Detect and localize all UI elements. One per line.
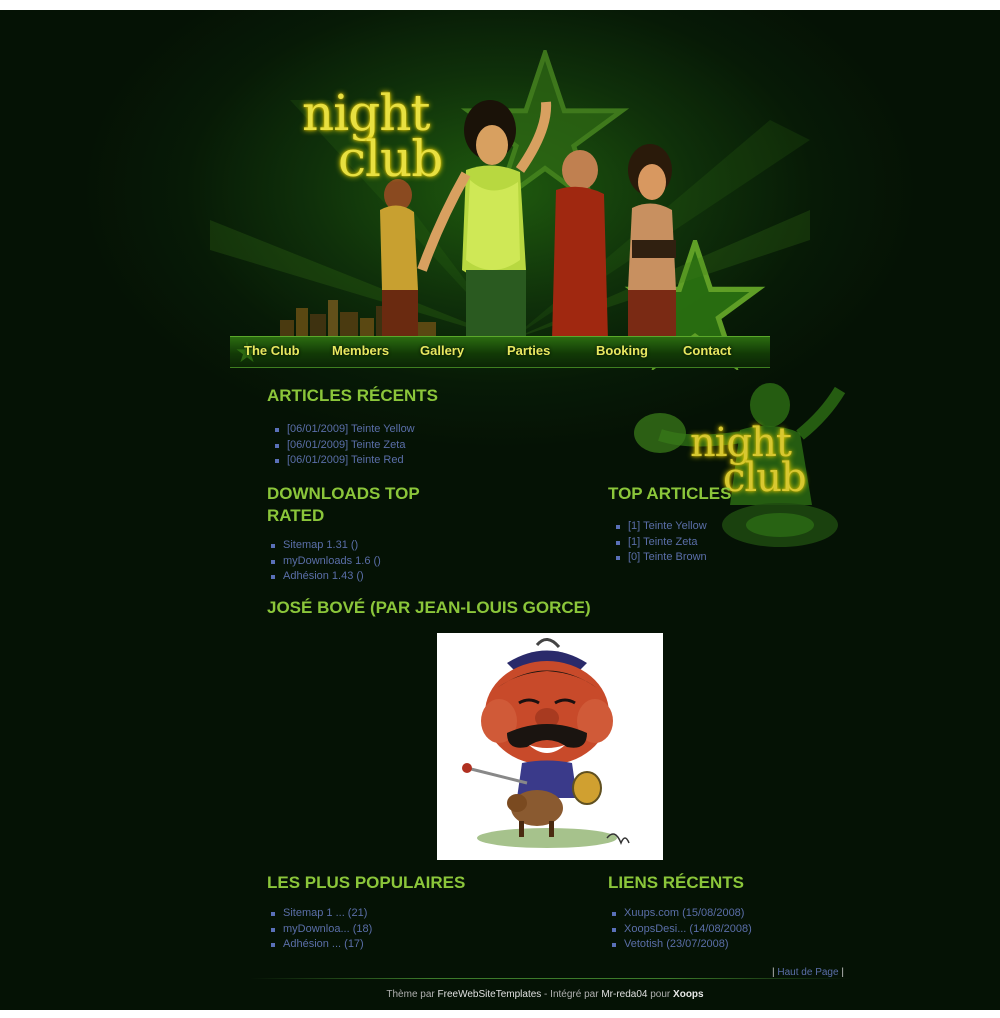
- footer-divider: [250, 978, 850, 979]
- download-link[interactable]: myDownloa... (18): [283, 923, 372, 935]
- nav-item-booking[interactable]: Booking: [596, 343, 648, 358]
- link-item[interactable]: Vetotish (23/07/2008): [624, 938, 729, 950]
- bullet-icon: [616, 556, 620, 560]
- nav-item-contact[interactable]: Contact: [683, 343, 731, 358]
- top-articles-title: TOP ARTICLES: [608, 484, 732, 503]
- bullet-icon: [271, 912, 275, 916]
- credits-prefix: Thème par: [386, 989, 435, 1000]
- list-item: [1] Teinte Yellow: [612, 519, 707, 535]
- article-link[interactable]: [0] Teinte Brown: [628, 551, 707, 563]
- article-link[interactable]: [06/01/2009] Teinte Zeta: [287, 439, 405, 451]
- caricature-drawing: [462, 638, 630, 848]
- list-item: [0] Teinte Brown: [612, 550, 707, 566]
- bullet-icon: [271, 943, 275, 947]
- nav-label: Booking: [596, 343, 648, 358]
- bullet-icon: [271, 559, 275, 564]
- list-item: Xuups.com (15/08/2008): [608, 906, 752, 922]
- list-item: Sitemap 1 ... (21): [267, 906, 372, 922]
- page-background: night club The Club Members Gallery Part…: [0, 10, 1000, 1010]
- bullet-icon: [271, 575, 275, 579]
- nav-label: Contact: [683, 343, 732, 358]
- nav-item-members[interactable]: Members: [332, 343, 389, 358]
- mr-reda04-link[interactable]: Mr-reda04: [601, 989, 647, 1000]
- list-item: [06/01/2009] Teinte Yellow: [271, 422, 415, 438]
- list-item: [06/01/2009] Teinte Red: [271, 453, 415, 469]
- bullet-icon: [616, 540, 620, 545]
- download-link[interactable]: Sitemap 1.31 (): [283, 539, 358, 551]
- download-link[interactable]: Adhésion ... (17): [283, 938, 364, 950]
- populaires-list: Sitemap 1 ... (21) myDownloa... (18) Adh…: [267, 906, 372, 953]
- downloads-top-title-line1: DOWNLOADS TOP: [267, 484, 420, 503]
- link-item[interactable]: Xuups.com (15/08/2008): [624, 907, 744, 919]
- link-item[interactable]: XoopsDesi... (14/08/2008): [624, 923, 752, 935]
- separator: |: [841, 967, 844, 978]
- bullet-icon: [612, 927, 616, 932]
- populaires-title: LES PLUS POPULAIRES: [267, 873, 466, 892]
- top-articles-list: [1] Teinte Yellow [1] Teinte Zeta [0] Te…: [612, 519, 707, 566]
- download-link[interactable]: Sitemap 1 ... (21): [283, 907, 367, 919]
- article-link[interactable]: [1] Teinte Zeta: [628, 536, 698, 548]
- list-item: Adhésion 1.43 (): [267, 569, 381, 585]
- bullet-icon: [616, 525, 620, 529]
- list-item: Adhésion ... (17): [267, 937, 372, 953]
- separator: |: [772, 967, 775, 978]
- list-item: myDownloads 1.6 (): [267, 554, 381, 570]
- side-logo-club: club: [723, 455, 807, 501]
- nav-label: Gallery: [420, 343, 465, 358]
- bullet-icon: [271, 544, 275, 548]
- bullet-icon: [612, 912, 616, 916]
- banner-logo-club: club: [338, 130, 443, 188]
- nav-item-gallery[interactable]: Gallery: [420, 343, 464, 358]
- downloads-top-title-line2: RATED: [267, 506, 325, 525]
- liens-recents-title: LIENS RÉCENTS: [608, 873, 745, 892]
- list-item: [1] Teinte Zeta: [612, 535, 707, 551]
- article-link[interactable]: [06/01/2009] Teinte Yellow: [287, 423, 415, 435]
- back-to-top: | Haut de Page |: [772, 967, 844, 978]
- back-to-top-link[interactable]: Haut de Page: [777, 967, 838, 978]
- list-item: XoopsDesi... (14/08/2008): [608, 922, 752, 938]
- caricature-image[interactable]: [437, 633, 663, 860]
- footer-credits: Thème par FreeWebSiteTemplates - Intégré…: [0, 989, 1000, 1000]
- nav-label: Parties: [507, 343, 551, 358]
- bullet-icon: [271, 927, 275, 932]
- downloads-top-list: Sitemap 1.31 () myDownloads 1.6 () Adhés…: [267, 538, 381, 585]
- download-link[interactable]: myDownloads 1.6 (): [283, 555, 381, 567]
- featured-title: JOSÉ BOVÉ (PAR JEAN-LOUIS GORCE): [267, 598, 591, 617]
- xoops-link[interactable]: Xoops: [673, 989, 704, 1000]
- list-item: myDownloa... (18): [267, 922, 372, 938]
- list-item: Sitemap 1.31 (): [267, 538, 381, 554]
- articles-recents-list: [06/01/2009] Teinte Yellow [06/01/2009] …: [271, 422, 415, 469]
- nav-label: The Club: [244, 343, 300, 358]
- liens-recents-list: Xuups.com (15/08/2008) XoopsDesi... (14/…: [608, 906, 752, 953]
- article-link[interactable]: [06/01/2009] Teinte Red: [287, 454, 404, 466]
- bullet-icon: [612, 943, 616, 947]
- nav-label: Members: [332, 343, 390, 358]
- articles-recents-title: ARTICLES RÉCENTS: [267, 386, 438, 405]
- list-item: Vetotish (23/07/2008): [608, 937, 752, 953]
- credits-mid: - Intégré par: [541, 989, 599, 1000]
- article-link[interactable]: [1] Teinte Yellow: [628, 520, 707, 532]
- download-link[interactable]: Adhésion 1.43 (): [283, 570, 364, 582]
- bullet-icon: [275, 428, 279, 432]
- main-navigation: The Club Members Gallery Parties Booking…: [230, 336, 770, 368]
- nav-item-the-club[interactable]: The Club: [236, 341, 300, 363]
- bullet-icon: [275, 459, 279, 463]
- freewebsitetemplates-link[interactable]: FreeWebSiteTemplates: [438, 989, 542, 1000]
- bullet-icon: [275, 443, 279, 448]
- list-item: [06/01/2009] Teinte Zeta: [271, 438, 415, 454]
- credits-mid2: pour: [650, 989, 671, 1000]
- header-banner: night club: [150, 40, 870, 370]
- nav-item-parties[interactable]: Parties: [507, 343, 550, 358]
